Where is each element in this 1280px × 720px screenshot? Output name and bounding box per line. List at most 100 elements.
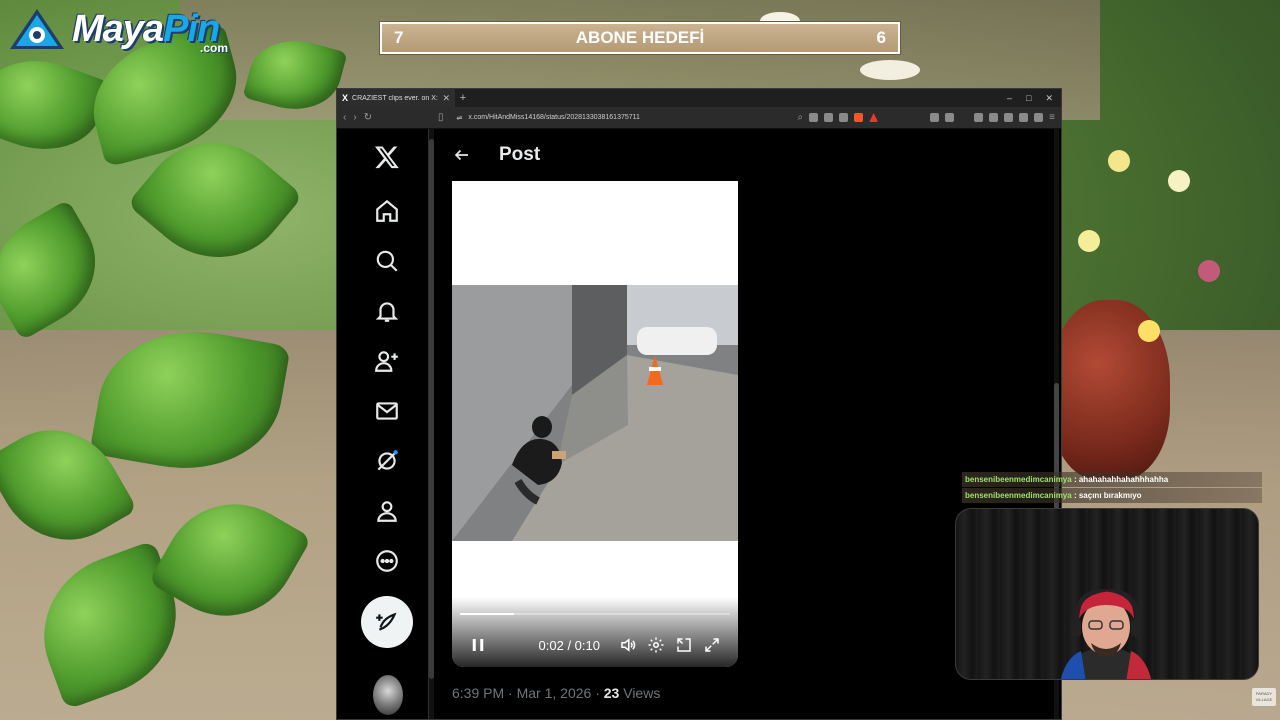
corner-watermark: PARADY VILLAGE bbox=[1252, 688, 1276, 706]
post-date[interactable]: Mar 1, 2026 bbox=[517, 685, 592, 701]
follow-icon[interactable] bbox=[371, 345, 403, 377]
leaf bbox=[0, 199, 118, 341]
page-title: Post bbox=[499, 144, 541, 165]
flower bbox=[1108, 150, 1130, 172]
reload-icon[interactable]: ↻ bbox=[364, 112, 372, 123]
pause-icon bbox=[472, 639, 484, 651]
volume-icon bbox=[621, 638, 636, 652]
new-tab-button[interactable]: + bbox=[455, 92, 471, 104]
url-text: x.com/HitAndMiss14168/status/20281330381… bbox=[468, 114, 640, 121]
sidebar-icon[interactable] bbox=[989, 113, 999, 122]
browser-window: X CRAZIEST clips ever. on X: "0 ✕ + – □ … bbox=[336, 88, 1062, 720]
brave-rewards-icon[interactable] bbox=[869, 113, 879, 122]
flower bbox=[1138, 320, 1160, 342]
back-arrow-icon[interactable] bbox=[453, 146, 471, 164]
goal-left-value: 7 bbox=[394, 28, 404, 47]
flower bbox=[860, 60, 920, 80]
share-icon[interactable] bbox=[824, 113, 834, 122]
minimize-button[interactable]: – bbox=[1007, 93, 1012, 104]
logo-wordmark: MayaPin bbox=[72, 8, 220, 50]
webcam-overlay bbox=[955, 508, 1259, 680]
fullscreen-button[interactable] bbox=[698, 631, 726, 659]
x-page: Post 0:02 / 0:10 6:39 PM · Mar 1, 2026 ·… bbox=[337, 129, 1061, 719]
close-window-button[interactable]: ✕ bbox=[1045, 93, 1053, 104]
video-controls: 0:02 / 0:10 bbox=[452, 631, 738, 659]
post-meta: 6:39 PM · Mar 1, 2026 · 23 Views bbox=[452, 685, 660, 701]
back-icon[interactable]: ‹ bbox=[343, 112, 346, 123]
settings-button[interactable] bbox=[642, 631, 670, 659]
chat-username: bensenibeenmedimcanimya bbox=[965, 491, 1072, 500]
sidebar-scrollbar[interactable] bbox=[429, 129, 434, 719]
pip-icon bbox=[677, 638, 691, 652]
pause-button[interactable] bbox=[464, 631, 492, 659]
maximize-button[interactable]: □ bbox=[1026, 93, 1031, 104]
vpn-icon[interactable] bbox=[1034, 113, 1044, 122]
x-favicon-icon: X bbox=[342, 93, 349, 103]
meta-separator: · bbox=[595, 685, 600, 701]
video-progress-bar[interactable] bbox=[460, 613, 730, 615]
cast-icon[interactable] bbox=[809, 113, 819, 122]
x-logo-icon[interactable] bbox=[371, 141, 403, 173]
search-icon[interactable] bbox=[371, 245, 403, 277]
music-icon[interactable] bbox=[974, 113, 984, 122]
chat-text: saçını bırakmıyo bbox=[1078, 491, 1142, 500]
video-progress-fill bbox=[460, 613, 514, 615]
chat-message: bensenibeenmedimcanimya : ahahahahhahahh… bbox=[962, 472, 1262, 487]
account-avatar[interactable] bbox=[373, 675, 403, 715]
home-icon[interactable] bbox=[371, 195, 403, 227]
extension-icon[interactable] bbox=[945, 113, 955, 122]
goal-title: ABONE HEDEFİ bbox=[575, 28, 705, 47]
gear-icon bbox=[648, 637, 664, 653]
chat-message: bensenibeenmedimcanimya : saçını bırakmı… bbox=[962, 488, 1262, 503]
meta-separator: · bbox=[508, 685, 513, 701]
url-field[interactable]: ⇌ x.com/HitAndMiss14168/status/202813303… bbox=[451, 110, 791, 125]
picture-in-picture-button[interactable] bbox=[670, 631, 698, 659]
bookmark-icon[interactable]: ▯ bbox=[438, 112, 444, 123]
address-bar: ‹ › ↻ ▯ ⇌ x.com/HitAndMiss14168/status/2… bbox=[337, 107, 1061, 129]
flower bbox=[1168, 170, 1190, 192]
stream-chat: bensenibeenmedimcanimya : ahahahahhahahh… bbox=[962, 472, 1262, 504]
mayapin-mark-icon bbox=[8, 7, 66, 51]
star-icon[interactable] bbox=[839, 113, 849, 122]
views-label: Views bbox=[623, 685, 661, 701]
menu-icon[interactable]: ≡ bbox=[1049, 112, 1055, 123]
mail-icon[interactable] bbox=[371, 395, 403, 427]
flower bbox=[1078, 230, 1100, 252]
brave-shield-icon[interactable] bbox=[854, 113, 864, 122]
compose-post-button[interactable] bbox=[361, 596, 413, 648]
chat-separator: : bbox=[1073, 475, 1077, 484]
flower bbox=[1198, 260, 1220, 282]
more-icon[interactable] bbox=[371, 545, 403, 577]
zoom-icon[interactable]: ⌕ bbox=[798, 112, 804, 123]
site-info-icon[interactable]: ⇌ bbox=[457, 114, 463, 122]
bell-icon[interactable] bbox=[371, 295, 403, 327]
chat-separator: : bbox=[1073, 491, 1077, 500]
feather-plus-icon bbox=[376, 612, 397, 631]
grok-icon[interactable] bbox=[371, 445, 403, 477]
close-tab-icon[interactable]: ✕ bbox=[442, 93, 450, 104]
mayapin-logo: MayaPin .com bbox=[8, 4, 233, 55]
browser-tab[interactable]: X CRAZIEST clips ever. on X: "0 ✕ bbox=[337, 89, 455, 107]
fullscreen-icon bbox=[705, 638, 719, 652]
puzzle-icon[interactable] bbox=[1019, 113, 1029, 122]
post-time[interactable]: 6:39 PM bbox=[452, 685, 504, 701]
logo-main-text: Maya bbox=[72, 8, 164, 50]
video-frame bbox=[452, 285, 738, 541]
video-time: 0:02 / 0:10 bbox=[538, 637, 600, 653]
subscriber-goal-bar: 7 ABONE HEDEFİ 6 bbox=[380, 22, 900, 54]
wallet-icon[interactable] bbox=[1004, 113, 1014, 122]
extension-icon[interactable] bbox=[930, 113, 940, 122]
x-sidebar bbox=[337, 129, 429, 719]
window-controls: – □ ✕ bbox=[1007, 93, 1061, 104]
extension-toolbar: ⌕ ≡ bbox=[798, 112, 1055, 123]
forward-icon[interactable]: › bbox=[353, 112, 356, 123]
chat-username: bensenibeenmedimcanimya bbox=[965, 475, 1072, 484]
streamer-figure bbox=[1060, 589, 1152, 679]
volume-button[interactable] bbox=[614, 631, 642, 659]
profile-icon[interactable] bbox=[371, 495, 403, 527]
video-player[interactable]: 0:02 / 0:10 bbox=[452, 181, 738, 667]
sidebar-scrollbar-thumb[interactable] bbox=[429, 139, 434, 679]
chat-text: ahahahahhahahhhahha bbox=[1078, 475, 1169, 484]
goal-right-value: 6 bbox=[876, 28, 886, 47]
logo-suffix: .com bbox=[200, 41, 229, 55]
